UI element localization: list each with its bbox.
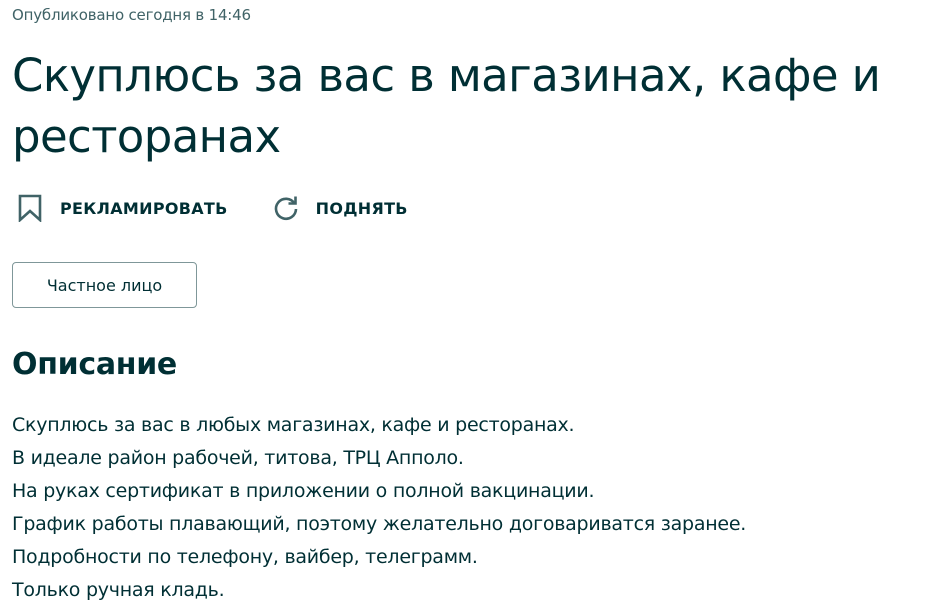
description-heading: Описание bbox=[12, 347, 177, 382]
seller-type-badge: Частное лицо bbox=[12, 262, 197, 308]
bookmark-icon bbox=[12, 190, 48, 226]
published-date: Опубликовано сегодня в 14:46 bbox=[12, 6, 251, 24]
refresh-icon bbox=[268, 190, 304, 226]
promote-label: РЕКЛАМИРОВАТЬ bbox=[60, 198, 228, 218]
listing-actions: РЕКЛАМИРОВАТЬ ПОДНЯТЬ bbox=[12, 190, 408, 226]
description-line: В идеале район рабочей, титова, ТРЦ Аппо… bbox=[12, 447, 464, 469]
promote-button[interactable]: РЕКЛАМИРОВАТЬ bbox=[12, 190, 228, 226]
bump-label: ПОДНЯТЬ bbox=[315, 198, 408, 218]
description-line: На руках сертификат в приложении о полно… bbox=[12, 480, 595, 502]
bump-button[interactable]: ПОДНЯТЬ bbox=[268, 190, 408, 226]
description-line: Только ручная кладь. bbox=[12, 579, 225, 601]
description-line: Скуплюсь за вас в любых магазинах, кафе … bbox=[12, 414, 575, 436]
description-line: Подробности по телефону, вайбер, телегра… bbox=[12, 546, 478, 568]
description-line: График работы плавающий, поэтому желател… bbox=[12, 513, 747, 535]
description-body: Скуплюсь за вас в любых магазинах, кафе … bbox=[12, 409, 927, 607]
listing-title: Скуплюсь за вас в магазинах, кафе и рест… bbox=[12, 49, 881, 163]
